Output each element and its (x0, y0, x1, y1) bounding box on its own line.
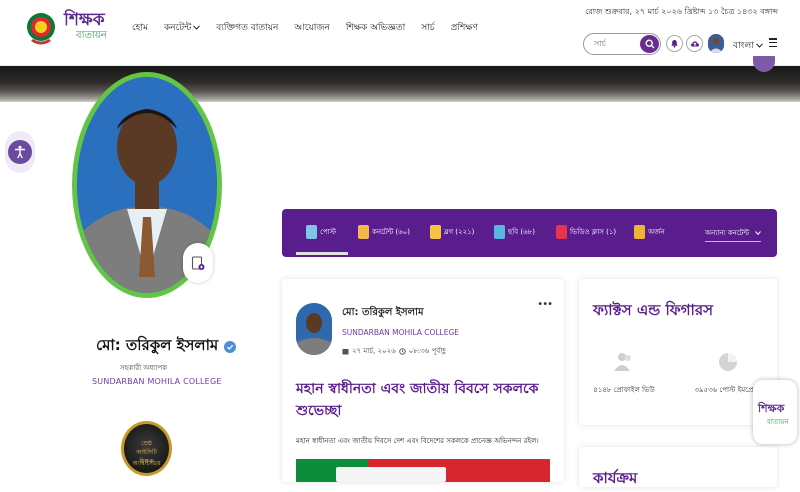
video-icon (556, 225, 567, 239)
nav-personal-portal[interactable]: ব্যক্তিগত বাতায়ন (208, 20, 286, 35)
upload-button[interactable] (686, 35, 703, 52)
nav-label: আয়োজন (294, 23, 330, 33)
language-label: বাংলা (733, 41, 754, 51)
nav-label: শিক্ষক অভিজ্ঞতা (345, 23, 406, 33)
clock-icon (398, 347, 406, 355)
more-options-icon[interactable]: ••• (537, 299, 553, 310)
cloud-upload-icon (690, 41, 699, 47)
photo-edit-icon (191, 255, 205, 270)
nav-search[interactable]: সার্চ (413, 20, 442, 35)
tab-label: ছবি (৬৮) (508, 228, 535, 236)
search-button[interactable] (640, 35, 659, 53)
photo-icon (494, 225, 505, 239)
other-content-label: অন্যান্য কনটেন্ট (705, 229, 749, 237)
profile-role: সহকারী অধ্যাপক (120, 364, 168, 372)
profile-name-text: মো: তরিকুল ইসলাম (96, 336, 219, 354)
main-nav: হোম কনটেন্ট ব্যক্তিগত বাতায়ন আয়োজন শিক… (130, 20, 486, 35)
nav-content[interactable]: কনটেন্ট (156, 20, 208, 35)
post-excerpt: মহান স্বাধীনতা এবং জাতীয় দিবসে দেশ এবং … (296, 437, 539, 445)
users-icon (614, 353, 631, 371)
chevron-down-icon (755, 231, 761, 235)
change-photo-button[interactable] (183, 243, 213, 283)
nav-label: কনটেন্ট (164, 23, 192, 33)
floating-portal-logo[interactable]: শিক্ষক বাতায়ন (753, 380, 797, 444)
tab-posts[interactable]: পোস্ট (306, 223, 336, 241)
post-meta: ২৭ মার্চ, ২০২৬ ০৮:৩৬ পূর্বাহ্ণ (342, 345, 446, 357)
activities-card: কার্যক্রম (579, 447, 777, 487)
logo-line2: বাতায়ন (76, 30, 107, 41)
tab-video-class[interactable]: ভিডিও ক্লাস (১) (556, 223, 616, 241)
tab-label: ব্লগ (২২১) (444, 228, 475, 236)
post-author-institution: SUNDARBAN MOHILA COLLEGE (342, 328, 459, 337)
active-tab-indicator (296, 252, 348, 255)
nav-label: ব্যক্তিগত বাতায়ন (216, 23, 279, 33)
government-emblem-icon[interactable] (26, 10, 56, 48)
post-author-name[interactable]: মো: তরিকুল ইসলাম (342, 305, 424, 322)
verified-badge-icon (224, 340, 237, 353)
nav-training[interactable]: প্রশিক্ষণ (443, 20, 486, 35)
chevron-down-icon (755, 43, 763, 48)
notification-button[interactable] (666, 35, 683, 52)
nav-home[interactable]: হোম (130, 20, 156, 35)
tab-content[interactable]: কনটেন্ট (৬০) (358, 223, 410, 241)
post-title[interactable]: মহান স্বাধীনতা এবং জাতীয় বিবসে সকলকে শু… (296, 378, 558, 422)
logo-line1: শিক্ষক (64, 10, 105, 30)
award-icon (634, 225, 645, 239)
accessibility-icon (15, 145, 25, 159)
search-icon (644, 39, 654, 49)
other-content-dropdown[interactable]: অন্যান্য কনটেন্ট (705, 227, 761, 242)
profile-institution[interactable]: SUNDARBAN MOHILA COLLEGE (92, 377, 222, 386)
blog-icon (430, 225, 441, 239)
user-photo-icon (708, 34, 724, 53)
chevron-down-icon (193, 25, 201, 30)
tab-blog[interactable]: ব্লগ (২২১) (430, 223, 474, 241)
content-icon (358, 225, 369, 239)
accessibility-button[interactable] (5, 131, 35, 173)
nav-label: প্রশিক্ষণ (450, 23, 479, 33)
site-logo[interactable]: শিক্ষক বাতায়ন (64, 10, 114, 50)
post-icon (306, 225, 317, 239)
search-box[interactable]: সার্চ (583, 33, 661, 55)
post-image[interactable] (296, 459, 550, 482)
badge-line3: শিক্ষক (139, 458, 154, 465)
ambassador-badge: শ্রেষ্ঠ আইসিটি অ্যাম্বাসেডর শিক্ষক (121, 421, 172, 476)
top-header: শিক্ষক বাতায়ন হোম কনটেন্ট ব্যক্তিগত বাত… (0, 0, 800, 66)
tab-photos[interactable]: ছবি (৬৮) (494, 223, 535, 241)
current-date: রোজ শুক্রবার, ২৭ মার্চ ২০২৬ খ্রিষ্টাব্দ … (585, 7, 778, 16)
tab-label: পোস্ট (320, 228, 336, 236)
search-placeholder[interactable]: সার্চ (594, 38, 606, 51)
tab-achievements[interactable]: অর্জন (634, 223, 665, 241)
author-photo-icon (296, 303, 332, 355)
language-switcher[interactable]: বাংলা (733, 38, 763, 53)
image-white-band (336, 467, 446, 482)
float-logo-line2: বাতায়ন (767, 418, 789, 426)
tab-label: কনটেন্ট (৬০) (372, 228, 410, 236)
nav-label: হোম (132, 23, 148, 33)
calendar-icon (342, 348, 349, 354)
stat-profile-views: ৪১৪৮ প্রোফাইল ভিউ (579, 351, 669, 396)
stat-label: ৪১৪৮ প্রোফাইল ভিউ (593, 386, 655, 394)
tab-label: ভিডিও ক্লাস (১) (570, 228, 617, 236)
facts-title: ফ্যাক্টস এন্ড ফিগারস (593, 301, 714, 319)
user-avatar[interactable] (708, 34, 724, 53)
nav-teacher-experience[interactable]: শিক্ষক অভিজ্ঞতা (338, 20, 413, 35)
profile-tabs: পোস্ট কনটেন্ট (৬০) ব্লগ (২২১) ছবি (৬৮) ভ… (282, 209, 777, 257)
post-time: ০৮:৩৬ পূর্বাহ্ণ (408, 347, 446, 355)
bell-icon (671, 40, 678, 48)
activities-title: কার্যক্রম (593, 469, 638, 487)
nav-events[interactable]: আয়োজন (286, 20, 337, 35)
facts-card: ফ্যাক্টস এন্ড ফিগারস ৪১৪৮ প্রোফাইল ভিউ ৩… (579, 279, 777, 425)
hamburger-menu-icon[interactable] (769, 38, 777, 48)
tab-label: অর্জন (648, 228, 665, 236)
profile-name: মো: তরিকুল ইসলাম (96, 334, 237, 359)
post-card: মো: তরিকুল ইসলাম SUNDARBAN MOHILA COLLEG… (282, 279, 564, 482)
pie-chart-icon (719, 353, 737, 371)
nav-label: সার্চ (421, 23, 435, 33)
post-date: ২৭ মার্চ, ২০২৬ (352, 347, 396, 355)
post-author-avatar[interactable] (296, 303, 332, 355)
